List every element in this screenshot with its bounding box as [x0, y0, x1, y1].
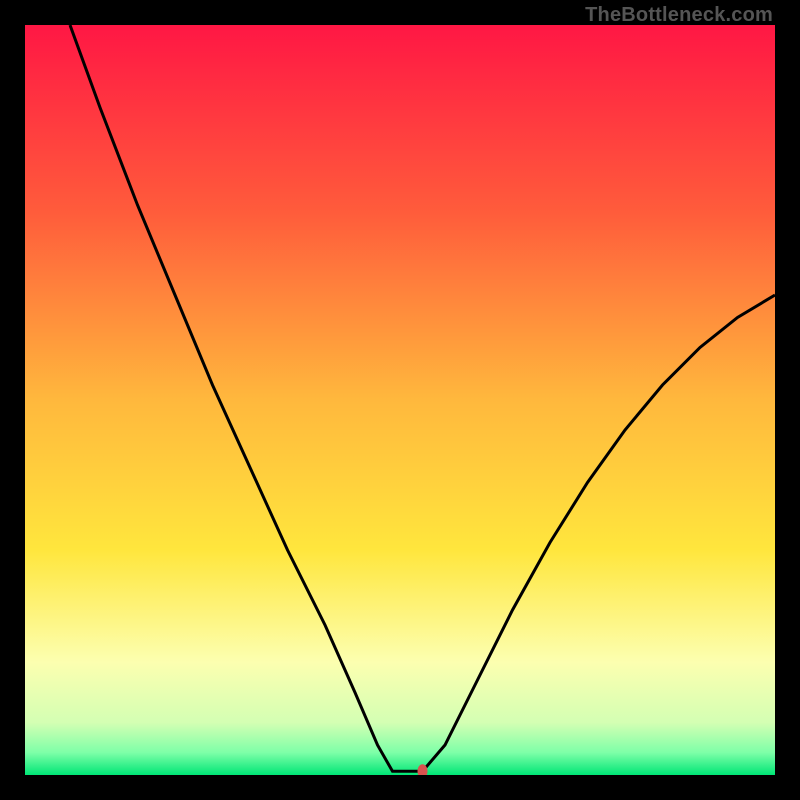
- watermark-text: TheBottleneck.com: [585, 4, 773, 27]
- chart-background: [25, 25, 775, 775]
- chart-plot-area: [25, 25, 775, 775]
- chart-svg: [25, 25, 775, 775]
